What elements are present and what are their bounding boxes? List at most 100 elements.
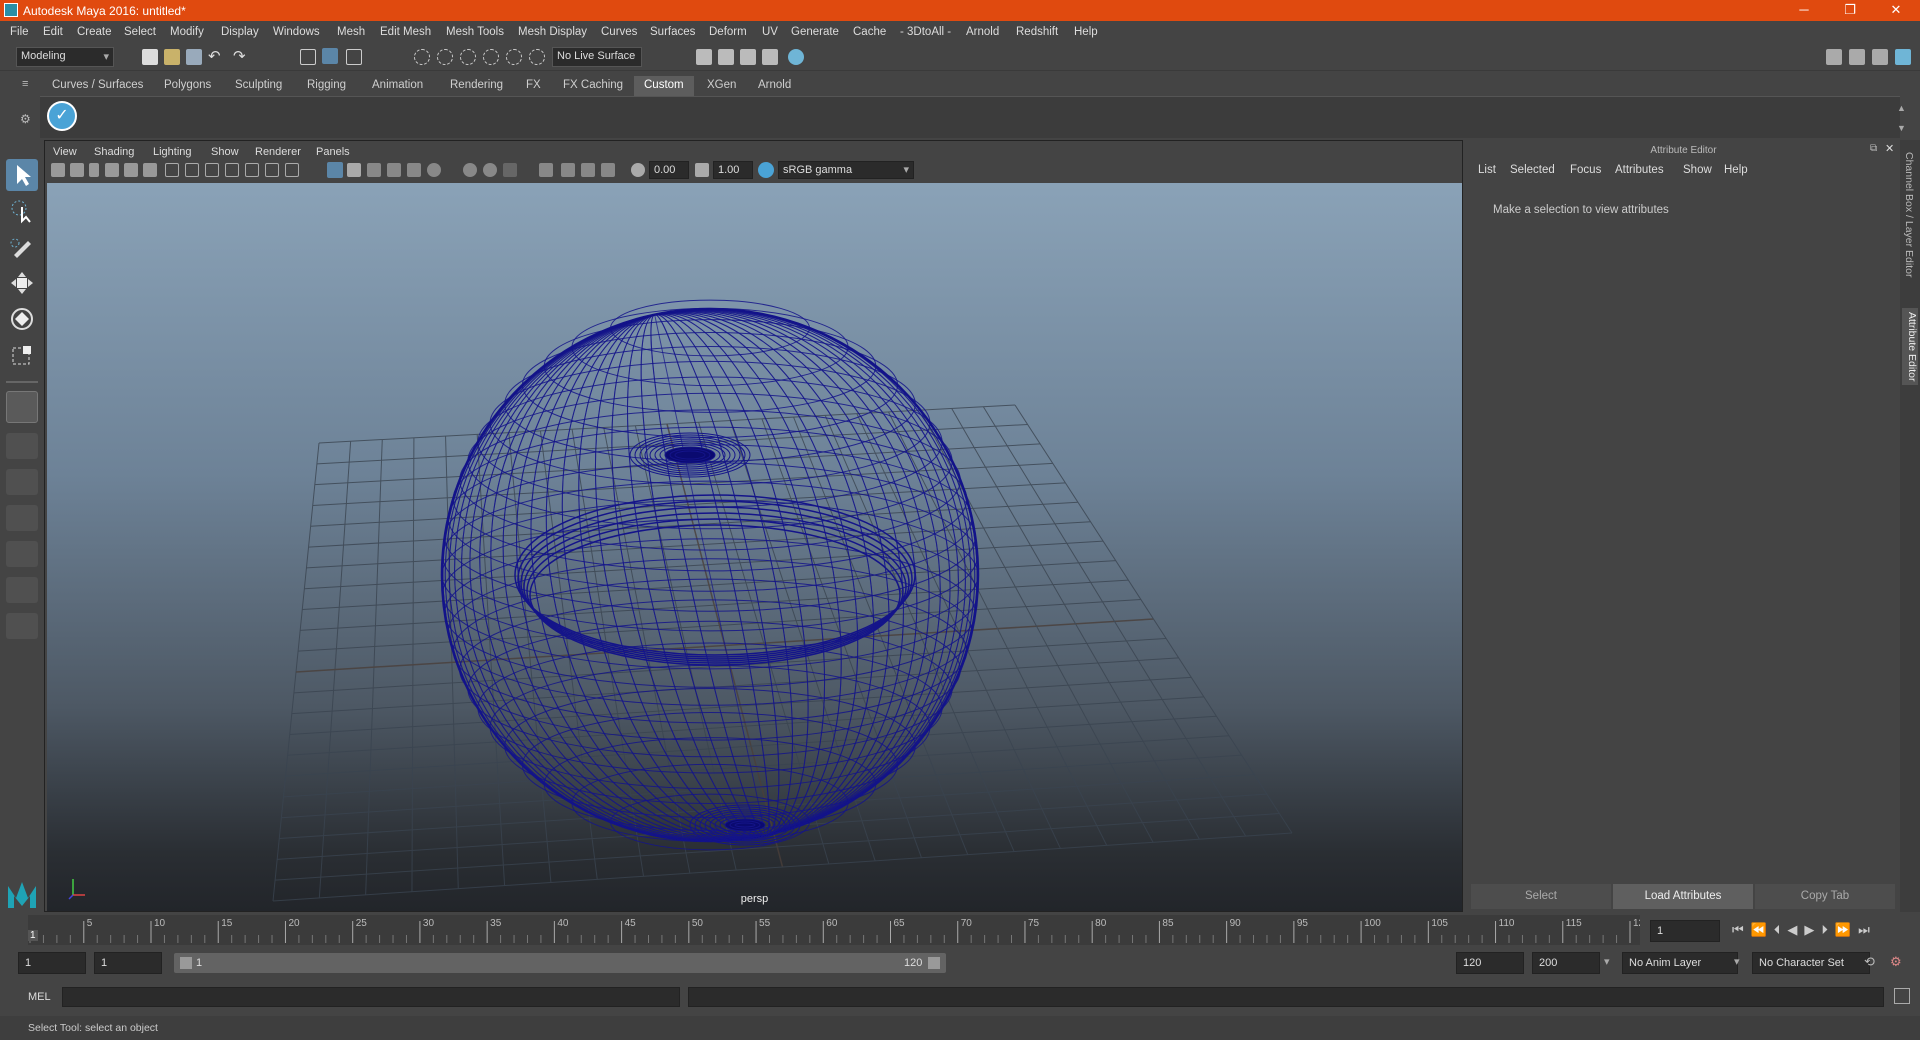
float-panel-icon[interactable]: ⧉	[1870, 143, 1877, 154]
menu-modify[interactable]: Modify	[170, 26, 204, 38]
safe-title-icon[interactable]	[285, 163, 299, 177]
menu-arnold[interactable]: Arnold	[966, 26, 999, 38]
render-current-frame-icon[interactable]	[718, 49, 734, 65]
command-language-label[interactable]: MEL	[28, 991, 51, 1003]
textured-icon[interactable]	[407, 163, 421, 177]
grease-pencil-icon[interactable]	[143, 163, 157, 177]
persp-outliner-layout[interactable]	[6, 469, 38, 495]
script-editor-icon[interactable]	[1894, 988, 1910, 1004]
play-backwards-icon[interactable]: ◀	[1787, 922, 1804, 937]
go-to-start-icon[interactable]: ⏮	[1732, 922, 1751, 937]
range-slider[interactable]: 1 120	[174, 953, 946, 973]
current-frame-field[interactable]: 1	[1650, 920, 1720, 942]
playback-start-field[interactable]: 1	[94, 952, 162, 974]
menu-windows[interactable]: Windows	[273, 26, 320, 38]
step-back-key-icon[interactable]: ⏪	[1751, 922, 1774, 937]
tab-fx[interactable]: FX	[516, 76, 551, 96]
single-perspective-layout[interactable]	[6, 391, 38, 423]
ae-menu-show[interactable]: Show	[1683, 164, 1712, 176]
snap-curve-icon[interactable]	[437, 49, 453, 65]
field-chart-icon[interactable]	[245, 163, 259, 177]
tab-xgen[interactable]: XGen	[697, 76, 746, 96]
tab-curves-surfaces[interactable]: Curves / Surfaces	[42, 76, 153, 96]
anim-layer-dropdown[interactable]: No Anim Layer	[1622, 952, 1738, 974]
range-end-handle[interactable]	[928, 957, 940, 969]
bookmark-icon[interactable]	[89, 163, 99, 177]
motion-blur-icon[interactable]	[503, 163, 517, 177]
camera-select-icon[interactable]	[51, 163, 65, 177]
animation-end-field[interactable]: 200	[1532, 952, 1600, 974]
vp-menu-lighting[interactable]: Lighting	[153, 146, 192, 158]
menu-curves[interactable]: Curves	[601, 26, 637, 38]
gamma-icon[interactable]	[695, 163, 709, 177]
redo-icon[interactable]: ↷	[233, 47, 246, 65]
tab-polygons[interactable]: Polygons	[154, 76, 221, 96]
rotate-tool[interactable]	[6, 303, 38, 335]
gamma-field[interactable]: 1.00	[713, 161, 753, 179]
menuset-dropdown[interactable]: Modeling ▾	[16, 47, 114, 67]
snap-projected-center-icon[interactable]	[483, 49, 499, 65]
menu-mesh[interactable]: Mesh	[337, 26, 365, 38]
make-live-icon[interactable]	[529, 49, 545, 65]
outliner-layout[interactable]	[6, 541, 38, 567]
tab-fx-caching[interactable]: FX Caching	[553, 76, 633, 96]
menu-mesh-tools[interactable]: Mesh Tools	[446, 26, 504, 38]
modeling-toolkit-icon[interactable]	[1826, 49, 1842, 65]
lasso-tool[interactable]	[6, 195, 38, 227]
snap-point-icon[interactable]	[460, 49, 476, 65]
menu-select[interactable]: Select	[124, 26, 156, 38]
persp-graph-layout[interactable]	[6, 505, 38, 531]
shelf-scroll-up-icon[interactable]: ▲	[1897, 103, 1906, 113]
select-object-icon[interactable]	[322, 48, 338, 64]
ae-menu-attributes[interactable]: Attributes	[1615, 164, 1664, 176]
maximize-button[interactable]: ❐	[1827, 0, 1873, 21]
step-back-frame-icon[interactable]: ⏴	[1774, 922, 1788, 937]
xray-joints-icon[interactable]	[561, 163, 575, 177]
xray-active-icon[interactable]	[581, 163, 595, 177]
tab-channel-box[interactable]: Channel Box / Layer Editor	[1903, 152, 1915, 278]
image-plane-icon[interactable]	[105, 163, 119, 177]
shelf-menu-icon[interactable]: ≡	[22, 78, 28, 90]
gate-mask-icon[interactable]	[225, 163, 239, 177]
menu-redshift[interactable]: Redshift	[1016, 26, 1058, 38]
attribute-editor-toggle-icon[interactable]	[1849, 49, 1865, 65]
load-attributes-button[interactable]: Load Attributes	[1613, 884, 1753, 909]
color-space-dropdown[interactable]: sRGB gamma ▾	[778, 161, 914, 179]
exposure-icon[interactable]	[631, 163, 645, 177]
vp-menu-show[interactable]: Show	[211, 146, 239, 158]
film-gate-icon[interactable]	[185, 163, 199, 177]
checkmark-shelf-icon[interactable]: ✓	[47, 101, 77, 131]
shadows-icon[interactable]	[463, 163, 477, 177]
xray-icon[interactable]	[387, 163, 401, 177]
undo-icon[interactable]: ↶	[208, 47, 221, 65]
close-button[interactable]: ✕	[1873, 0, 1919, 21]
menu-3dtoall[interactable]: - 3DtoAll -	[900, 26, 951, 38]
shelf-settings-icon[interactable]: ⚙	[20, 112, 31, 126]
ae-menu-help[interactable]: Help	[1724, 164, 1748, 176]
current-time-marker[interactable]: 1	[28, 930, 38, 941]
safe-action-icon[interactable]	[265, 163, 279, 177]
chevron-down-icon[interactable]: ▾	[1604, 955, 1610, 968]
smooth-shade-icon[interactable]	[347, 163, 361, 177]
menu-generate[interactable]: Generate	[791, 26, 839, 38]
isolate-select-icon[interactable]	[539, 163, 553, 177]
vp-menu-panels[interactable]: Panels	[316, 146, 350, 158]
mel-command-input[interactable]	[62, 987, 680, 1007]
animation-start-field[interactable]: 1	[18, 952, 86, 974]
wireframe-icon[interactable]	[327, 162, 343, 178]
backface-icon[interactable]	[601, 163, 615, 177]
play-forwards-icon[interactable]: ▶	[1804, 922, 1821, 937]
channel-box-toggle-icon[interactable]	[1895, 49, 1911, 65]
menu-cache[interactable]: Cache	[853, 26, 886, 38]
tab-custom[interactable]: Custom	[634, 76, 694, 96]
3d-viewport[interactable]: persp	[47, 183, 1462, 911]
snap-grid-icon[interactable]	[414, 49, 430, 65]
vp-menu-shading[interactable]: Shading	[94, 146, 134, 158]
animation-preferences-icon[interactable]: ⚙	[1890, 954, 1902, 970]
open-scene-icon[interactable]	[164, 49, 180, 65]
tab-rigging[interactable]: Rigging	[297, 76, 356, 96]
tool-settings-icon[interactable]	[1872, 49, 1888, 65]
character-set-dropdown[interactable]: No Character Set	[1752, 952, 1870, 974]
range-start-handle[interactable]	[180, 957, 192, 969]
menu-edit-mesh[interactable]: Edit Mesh	[380, 26, 431, 38]
